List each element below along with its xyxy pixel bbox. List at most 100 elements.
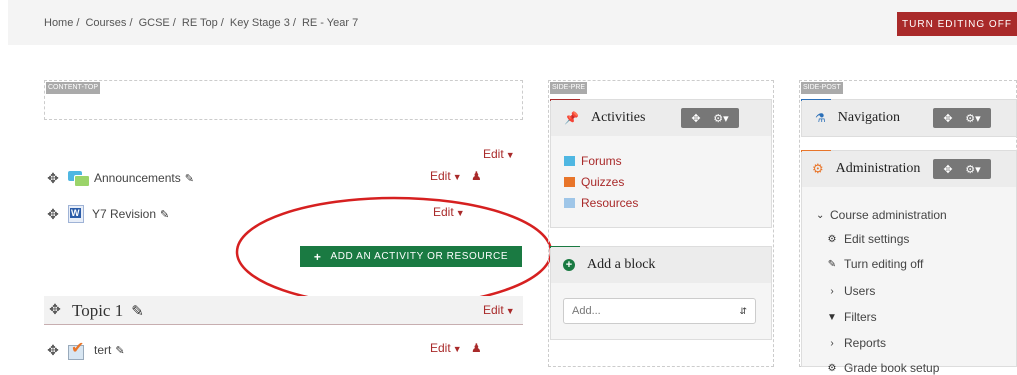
select-arrows-icon: ⇵: [739, 305, 747, 316]
gear-icon: ⚙: [827, 362, 837, 374]
admin-reports[interactable]: › Reports: [826, 336, 886, 350]
region-label-content-top: CONTENT-TOP: [46, 82, 101, 94]
block-controls[interactable]: ✥ ⚙▾: [933, 159, 991, 179]
sitemap-icon: ⚗: [815, 111, 826, 125]
move-icon[interactable]: ✥: [943, 163, 952, 176]
pencil-icon: ✎: [827, 258, 837, 270]
block-controls[interactable]: ✥ ⚙▾: [681, 108, 739, 128]
turn-editing-off-button[interactable]: TURN EDITING OFF: [897, 12, 1017, 36]
topic-name: Topic 1: [72, 301, 124, 320]
move-icon[interactable]: ✥: [46, 171, 60, 185]
gears-icon: ⚙: [812, 161, 824, 176]
quiz-icon: [564, 177, 575, 187]
pencil-icon[interactable]: ✎: [115, 344, 124, 357]
move-icon[interactable]: ✥: [48, 304, 62, 318]
forum-icon: [68, 170, 90, 187]
admin-course-administration[interactable]: ⌄ Course administration: [816, 208, 947, 222]
admin-gradebook-setup[interactable]: ⚙ Grade book setup: [826, 361, 940, 375]
add-block-select[interactable]: Add... ⇵: [563, 298, 756, 324]
chevron-right-icon: ›: [830, 285, 834, 297]
word-doc-icon: [68, 205, 84, 223]
item-label: Filters: [844, 310, 877, 324]
plus-icon: +: [313, 249, 322, 264]
add-activity-button[interactable]: + ADD AN ACTIVITY OR RESOURCE: [300, 246, 522, 267]
activities-block: 📌 Activities ✥ ⚙▾ Forums Quizzes Resource…: [550, 99, 772, 228]
block-controls[interactable]: ✥ ⚙▾: [933, 108, 991, 128]
chevron-right-icon: ›: [830, 337, 834, 349]
chevron-down-icon: ⌄: [816, 209, 825, 221]
region-label-side-post: SIDE-POST: [801, 82, 843, 94]
content-top-region: CONTENT-TOP: [44, 80, 523, 120]
caret-down-icon: ▼: [455, 208, 465, 218]
edit-label: Edit: [483, 147, 504, 161]
quiz-icon: [68, 338, 86, 360]
caret-down-icon: ▼: [505, 306, 515, 316]
block-title: Administration: [835, 161, 921, 176]
breadcrumb-current: RE - Year 7: [301, 17, 359, 29]
breadcrumb: Home / Courses / GCSE / RE Top / Key Stage 3…: [44, 17, 359, 29]
activity-link[interactable]: tert: [94, 343, 111, 357]
block-title: Add a block: [587, 257, 656, 272]
breadcrumb-re-top[interactable]: RE Top: [182, 17, 218, 29]
activity-row-tert: ✥ tert ✎: [46, 338, 125, 360]
activities-item-forums[interactable]: Forums: [564, 154, 622, 168]
activity-edit-menu[interactable]: Edit ▼: [433, 205, 465, 219]
caret-down-icon: ▼: [452, 172, 462, 182]
pencil-icon[interactable]: ✎: [131, 302, 144, 321]
gear-icon: ⚙: [827, 233, 837, 245]
administration-block: ⚙ Administration ✥ ⚙▾ ⌄ Course administra…: [801, 150, 1017, 375]
item-label: Edit settings: [844, 232, 910, 246]
gear-icon[interactable]: ⚙▾: [965, 112, 980, 125]
breadcrumb-gcse[interactable]: GCSE: [139, 17, 170, 29]
breadcrumb-home[interactable]: Home: [44, 17, 73, 29]
item-label: Reports: [844, 336, 887, 350]
admin-edit-settings[interactable]: ⚙ Edit settings: [826, 232, 910, 246]
activities-item-quizzes[interactable]: Quizzes: [564, 175, 624, 189]
gear-icon[interactable]: ⚙▾: [965, 163, 980, 176]
edit-label: Edit: [430, 169, 451, 183]
item-label: Resources: [581, 196, 639, 210]
item-label: Course administration: [830, 208, 947, 222]
user-role-icon[interactable]: ♟: [471, 169, 482, 183]
admin-filters[interactable]: ▼ Filters: [826, 310, 877, 324]
forum-icon: [564, 156, 575, 166]
move-icon[interactable]: ✥: [46, 343, 60, 357]
move-icon[interactable]: ✥: [46, 207, 60, 221]
activity-link[interactable]: Y7 Revision: [92, 207, 156, 221]
edit-label: Edit: [483, 303, 504, 317]
admin-turn-editing-off[interactable]: ✎ Turn editing off: [826, 257, 924, 271]
breadcrumb-courses[interactable]: Courses: [85, 17, 126, 29]
add-activity-label: ADD AN ACTIVITY OR RESOURCE: [330, 251, 509, 262]
gear-icon[interactable]: ⚙▾: [713, 112, 728, 125]
move-icon[interactable]: ✥: [943, 112, 952, 125]
region-label-side-pre: SIDE-PRE: [550, 82, 588, 94]
add-block-header: + Add a block: [551, 247, 771, 283]
block-title: Activities: [590, 110, 646, 125]
section-edit-menu[interactable]: Edit ▼: [483, 147, 515, 161]
item-label: Users: [844, 284, 876, 298]
pencil-icon[interactable]: ✎: [160, 208, 169, 221]
item-label: Forums: [581, 154, 622, 168]
topic-edit-menu[interactable]: Edit ▼: [483, 303, 515, 317]
navigation-block: ⚗ Navigation ✥ ⚙▾: [801, 99, 1017, 137]
edit-label: Edit: [433, 205, 454, 219]
activity-edit-menu[interactable]: Edit ▼ ♟: [430, 169, 482, 183]
item-label: Grade book setup: [844, 361, 940, 375]
pencil-icon[interactable]: ✎: [185, 172, 194, 185]
edit-label: Edit: [430, 341, 451, 355]
activity-row-y7-revision: ✥ Y7 Revision ✎: [46, 204, 169, 224]
activity-edit-menu[interactable]: Edit ▼ ♟: [430, 341, 482, 355]
block-title: Navigation: [837, 110, 900, 125]
activities-item-resources[interactable]: Resources: [564, 196, 638, 210]
select-value: Add...: [572, 305, 601, 317]
filter-icon: ▼: [827, 311, 837, 323]
item-label: Quizzes: [581, 175, 625, 189]
breadcrumb-key-stage[interactable]: Key Stage 3: [230, 17, 290, 29]
file-icon: [564, 198, 575, 208]
user-role-icon[interactable]: ♟: [471, 341, 482, 355]
pin-icon: 📌: [564, 111, 579, 125]
activity-row-announcements: ✥ Announcements ✎: [46, 168, 194, 188]
move-icon[interactable]: ✥: [691, 112, 700, 125]
admin-users[interactable]: › Users: [826, 284, 875, 298]
activity-link[interactable]: Announcements: [94, 171, 181, 185]
